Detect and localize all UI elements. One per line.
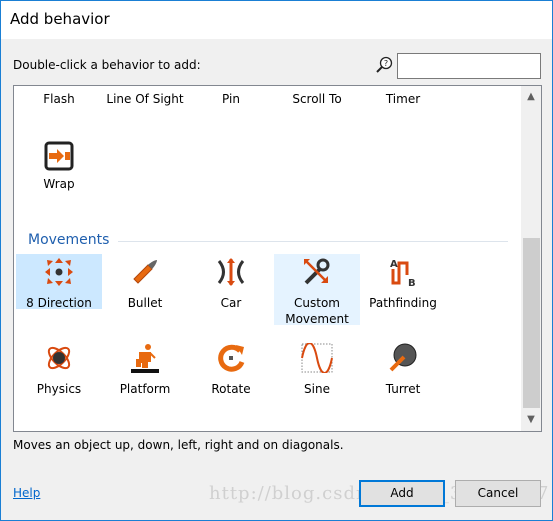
sine-icon [301, 343, 333, 373]
behavior-label: Car [220, 296, 242, 310]
behavior-label: 8 Direction [26, 296, 92, 310]
behavior-platform[interactable]: Platform [102, 340, 188, 397]
behavior-list[interactable]: Flash Line Of Sight Pin Scroll To Timer … [13, 85, 542, 432]
scroll-up-arrow-icon[interactable]: ▲ [521, 88, 541, 106]
turret-icon [389, 343, 417, 372]
list-scrollbar[interactable]: ▲ ▼ [521, 86, 541, 431]
physics-icon [47, 346, 71, 370]
bullet-icon [133, 260, 157, 284]
prompt-label: Double-click a behavior to add: [13, 58, 201, 72]
search-help-icon: ? [376, 56, 393, 73]
platform-icon [131, 344, 159, 373]
behavior-label: Line Of Sight [106, 92, 184, 106]
behavior-label: Timer [385, 92, 421, 106]
add-behavior-dialog: Add behavior Double-click a behavior to … [0, 0, 553, 521]
title-bar: Add behavior [1, 1, 552, 39]
cancel-button[interactable]: Cancel [455, 480, 541, 507]
behavior-rotate[interactable]: Rotate [188, 340, 274, 397]
behavior-pin[interactable]: Pin [188, 91, 274, 107]
rotate-icon [218, 344, 245, 372]
svg-text:B: B [408, 278, 416, 287]
behavior-label: Wrap [43, 177, 75, 191]
behavior-label: Platform [119, 382, 171, 396]
add-button[interactable]: Add [359, 480, 445, 507]
behavior-physics[interactable]: Physics [16, 340, 102, 397]
svg-text:A: A [390, 259, 398, 270]
behavior-turret[interactable]: Turret [360, 340, 446, 397]
pathfinding-icon: AB [390, 259, 416, 287]
behavior-label: Rotate [211, 382, 251, 396]
behavior-label: Scroll To [292, 92, 342, 106]
category-movements: Movements [28, 232, 110, 248]
behavior-line-of-sight[interactable]: Line Of Sight [102, 91, 188, 107]
behavior-pathfinding[interactable]: AB Pathfinding [360, 254, 446, 311]
behavior-label: Flash [43, 92, 75, 106]
behavior-scroll-to[interactable]: Scroll To [274, 91, 360, 107]
behavior-label: Bullet [127, 296, 163, 310]
dialog-title: Add behavior [10, 10, 110, 28]
car-icon [217, 258, 245, 286]
behavior-car[interactable]: Car [188, 254, 274, 311]
behavior-label: Turret [385, 382, 421, 396]
help-link[interactable]: Help [13, 486, 40, 500]
behavior-label: Pin [222, 92, 240, 106]
behavior-label: Sine [304, 382, 330, 396]
search-input[interactable] [397, 53, 541, 79]
behavior-flash[interactable]: Flash [16, 91, 102, 107]
behavior-sine[interactable]: Sine [274, 340, 360, 397]
behavior-label: Physics [36, 382, 82, 396]
behavior-bullet[interactable]: Bullet [102, 254, 188, 311]
behavior-wrap[interactable]: Wrap [16, 141, 102, 192]
behavior-label: Pathfinding [369, 296, 437, 310]
scrollbar-thumb[interactable] [523, 238, 540, 408]
behavior-custom-movement[interactable]: Custom Movement [274, 254, 360, 326]
behavior-timer[interactable]: Timer [360, 91, 446, 107]
scroll-down-arrow-icon[interactable]: ▼ [521, 411, 541, 429]
svg-text:?: ? [384, 59, 388, 68]
behavior-label: Custom Movement [285, 296, 349, 326]
category-divider [118, 241, 508, 242]
wrap-icon [44, 141, 74, 171]
eight-direction-icon [45, 258, 73, 286]
custom-movement-icon [304, 258, 330, 285]
behavior-description: Moves an object up, down, left, right an… [13, 438, 344, 452]
behavior-8-direction[interactable]: 8 Direction [16, 254, 102, 310]
